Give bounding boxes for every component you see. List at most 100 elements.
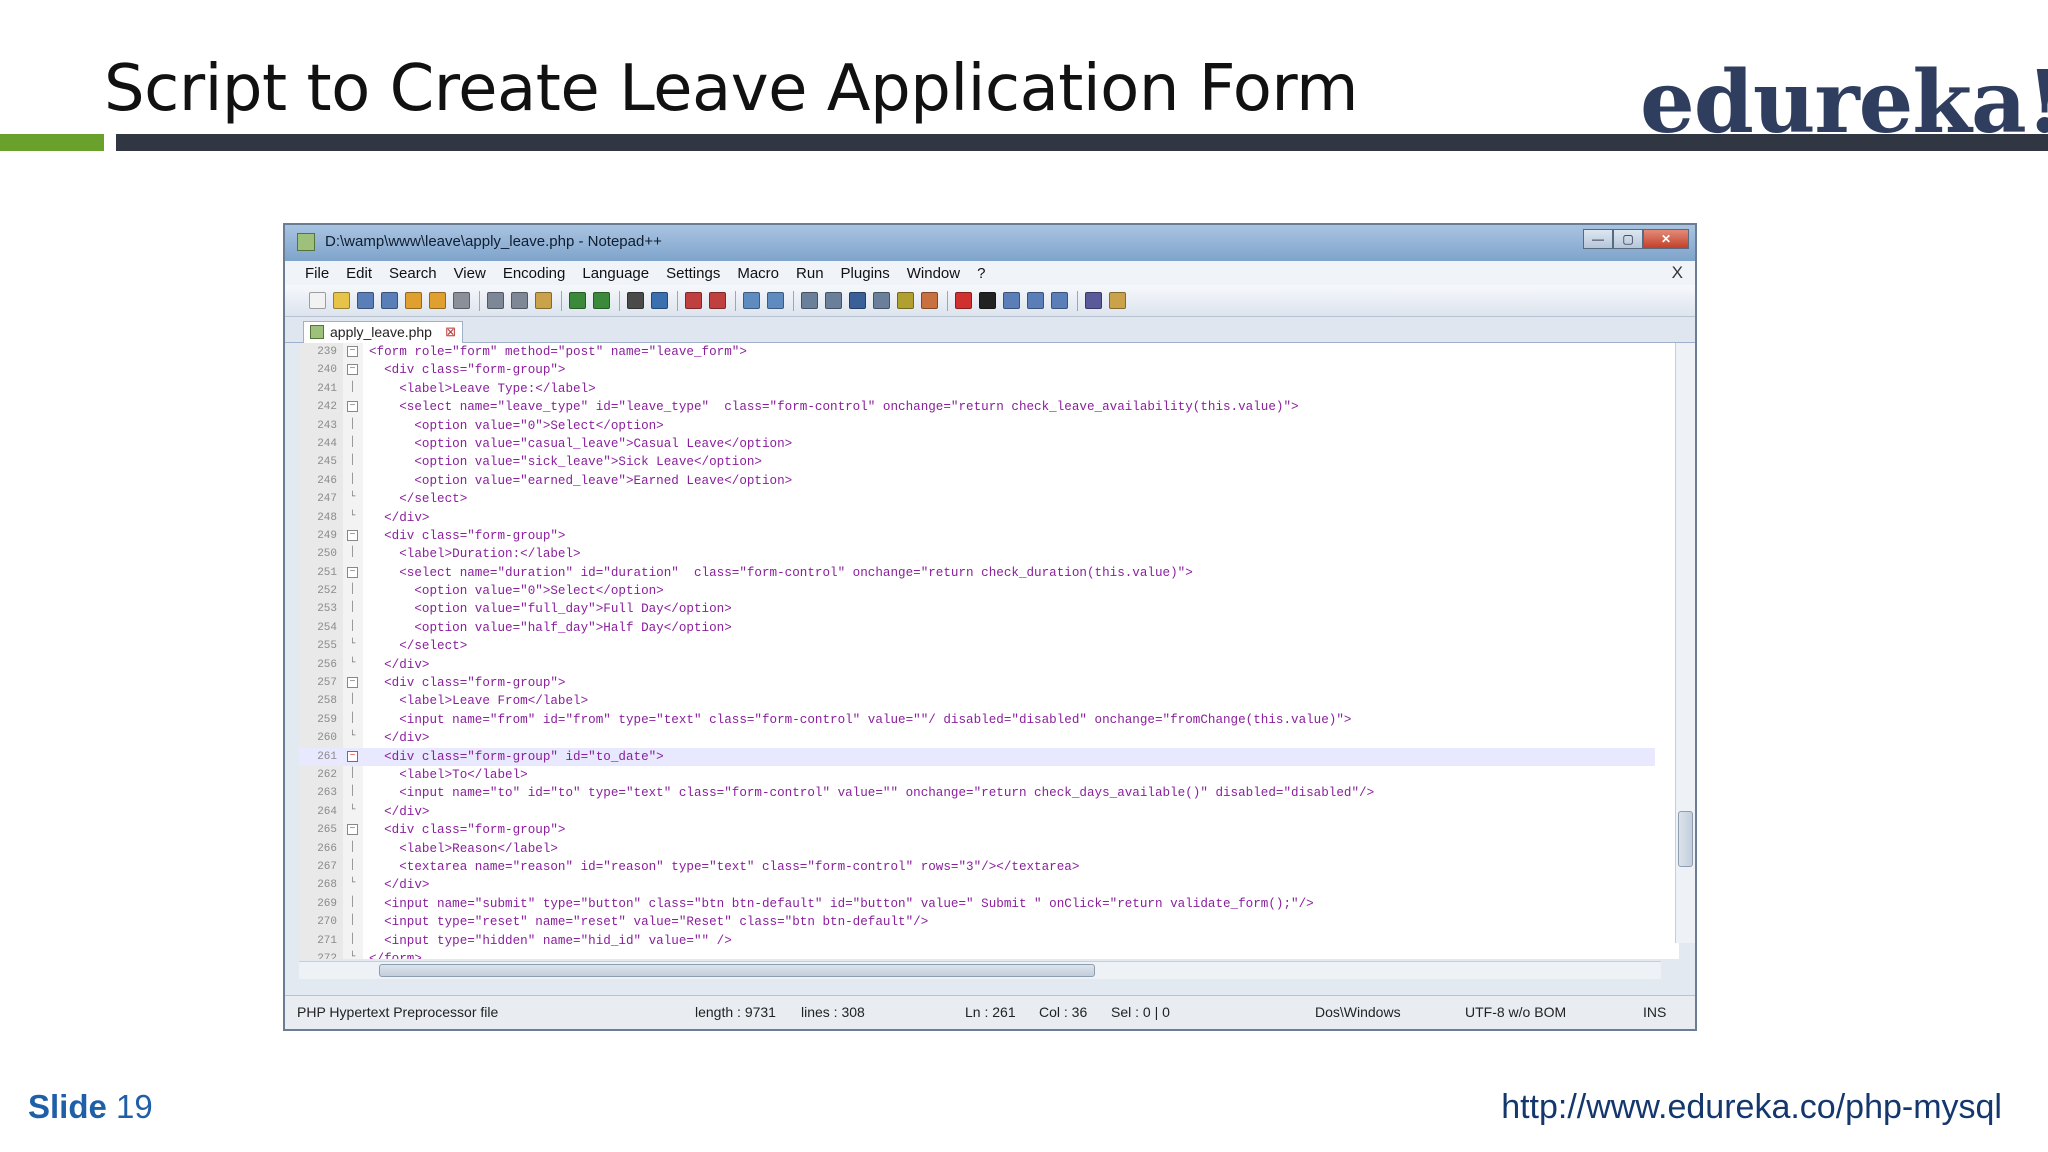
code-line[interactable]: 243 │ <option value="0">Select</option> [299,417,1655,435]
code-line[interactable]: 269 │ <input name="submit" type="button" … [299,895,1655,913]
code-line[interactable]: 239− <form role="form" method="post" name… [299,343,1655,361]
fold-line-marker: │ [349,841,356,853]
menu-item-search[interactable]: Search [389,265,437,282]
menu-item-window[interactable]: Window [907,265,960,282]
cut-icon[interactable] [487,292,504,309]
window-titlebar[interactable]: D:\wamp\www\leave\apply_leave.php - Note… [285,225,1695,261]
code-line[interactable]: 270 │ <input type="reset" name="reset" va… [299,913,1655,931]
code-line[interactable]: 254 │ <option value="half_day">Half Day</… [299,619,1655,637]
minimize-button[interactable]: — [1583,229,1613,249]
menu-item-edit[interactable]: Edit [346,265,372,282]
vertical-scrollbar[interactable] [1675,343,1695,943]
menu-item-run[interactable]: Run [796,265,824,282]
code-editor[interactable]: 239− <form role="form" method="post" name… [299,343,1679,959]
close-document-button[interactable]: X [1672,263,1683,283]
word-wrap-icon[interactable] [801,292,818,309]
fold-toggle-icon[interactable]: − [347,677,358,689]
zoom-in-icon[interactable] [685,292,702,309]
menu-item-plugins[interactable]: Plugins [841,265,890,282]
code-area[interactable]: 239− <form role="form" method="post" name… [299,343,1655,959]
indent-guide-icon[interactable] [849,292,866,309]
play-macro-icon[interactable] [1003,292,1020,309]
code-line[interactable]: 245 │ <option value="sick_leave">Sick Lea… [299,453,1655,471]
copy-icon[interactable] [511,292,528,309]
close-button[interactable]: ✕ [1643,229,1689,249]
footer-url[interactable]: http://www.edureka.co/php-mysql [1501,1088,2002,1127]
save-macro-icon[interactable] [1051,292,1068,309]
menu-item-help[interactable]: ? [977,265,985,282]
new-file-icon[interactable] [309,292,326,309]
run-macro-multiple-icon[interactable] [1027,292,1044,309]
code-line[interactable]: 258 │ <label>Leave From</label> [299,692,1655,710]
code-line[interactable]: 272 └ </form> [299,950,1655,959]
sync-v-icon[interactable] [743,292,760,309]
horizontal-scroll-thumb[interactable] [379,964,1095,977]
fold-toggle-icon[interactable]: − [347,529,358,541]
code-line[interactable]: 261− <div class="form-group" id="to_date… [299,747,1655,766]
redo-icon[interactable] [593,292,610,309]
close-all-icon[interactable] [429,292,446,309]
code-line[interactable]: 244 │ <option value="casual_leave">Casual… [299,435,1655,453]
fold-toggle-icon[interactable]: − [347,750,358,762]
menu-item-settings[interactable]: Settings [666,265,720,282]
record-macro-icon[interactable] [955,292,972,309]
paste-icon[interactable] [535,292,552,309]
code-line[interactable]: 268 └ </div> [299,876,1655,894]
vertical-scroll-thumb[interactable] [1678,811,1693,867]
code-line[interactable]: 255 └ </select> [299,637,1655,655]
menu-item-view[interactable]: View [454,265,486,282]
code-line[interactable]: 266 │ <label>Reason</label> [299,840,1655,858]
code-line[interactable]: 257− <div class="form-group"> [299,674,1655,692]
code-line[interactable]: 256 └ </div> [299,656,1655,674]
code-line[interactable]: 242− <select name="leave_type" id="leave… [299,398,1655,416]
code-line[interactable]: 240− <div class="form-group"> [299,361,1655,379]
save-all-icon[interactable] [381,292,398,309]
menu-item-file[interactable]: File [305,265,329,282]
code-line[interactable]: 241 │ <label>Leave Type:</label> [299,380,1655,398]
find-icon[interactable] [627,292,644,309]
function-list-icon[interactable] [897,292,914,309]
zoom-out-icon[interactable] [709,292,726,309]
close-file-icon[interactable] [405,292,422,309]
replace-icon[interactable] [651,292,668,309]
fold-toggle-icon[interactable]: − [347,364,358,376]
plugin-icon[interactable] [1109,292,1126,309]
code-line[interactable]: 247 └ </select> [299,490,1655,508]
code-line[interactable]: 249− <div class="form-group"> [299,527,1655,545]
code-line[interactable]: 246 │ <option value="earned_leave">Earned… [299,472,1655,490]
tab-apply-leave-php[interactable]: apply_leave.php ⊠ [303,321,463,343]
code-line[interactable]: 265− <div class="form-group"> [299,821,1655,839]
code-line[interactable]: 253 │ <option value="full_day">Full Day</… [299,600,1655,618]
code-line[interactable]: 263 │ <input name="to" id="to" type="text… [299,784,1655,802]
fold-toggle-icon[interactable]: − [347,824,358,836]
menu-item-language[interactable]: Language [582,265,649,282]
fold-toggle-icon[interactable]: − [347,401,358,413]
code-line[interactable]: 267 │ <textarea name="reason" id="reason"… [299,858,1655,876]
print-icon[interactable] [453,292,470,309]
code-line[interactable]: 271 │ <input type="hidden" name="hid_id" … [299,932,1655,950]
fold-toggle-icon[interactable]: − [347,566,358,578]
code-line[interactable]: 262 │ <label>To</label> [299,766,1655,784]
code-line[interactable]: 248 └ </div> [299,509,1655,527]
spell-check-icon[interactable] [1085,292,1102,309]
menu-item-macro[interactable]: Macro [737,265,779,282]
code-line[interactable]: 252 │ <option value="0">Select</option> [299,582,1655,600]
maximize-button[interactable]: ▢ [1613,229,1643,249]
save-icon[interactable] [357,292,374,309]
code-line[interactable]: 260 └ </div> [299,729,1655,747]
folder-workspace-icon[interactable] [921,292,938,309]
sync-h-icon[interactable] [767,292,784,309]
code-line[interactable]: 251− <select name="duration" id="duratio… [299,564,1655,582]
doc-map-icon[interactable] [873,292,890,309]
horizontal-scrollbar[interactable] [299,961,1661,979]
open-file-icon[interactable] [333,292,350,309]
tab-close-icon[interactable]: ⊠ [445,322,456,342]
undo-icon[interactable] [569,292,586,309]
menu-item-encoding[interactable]: Encoding [503,265,566,282]
code-line[interactable]: 250 │ <label>Duration:</label> [299,545,1655,563]
show-all-icon[interactable] [825,292,842,309]
stop-macro-icon[interactable] [979,292,996,309]
code-line[interactable]: 264 └ </div> [299,803,1655,821]
fold-toggle-icon[interactable]: − [347,346,358,357]
code-line[interactable]: 259 │ <input name="from" id="from" type="… [299,711,1655,729]
